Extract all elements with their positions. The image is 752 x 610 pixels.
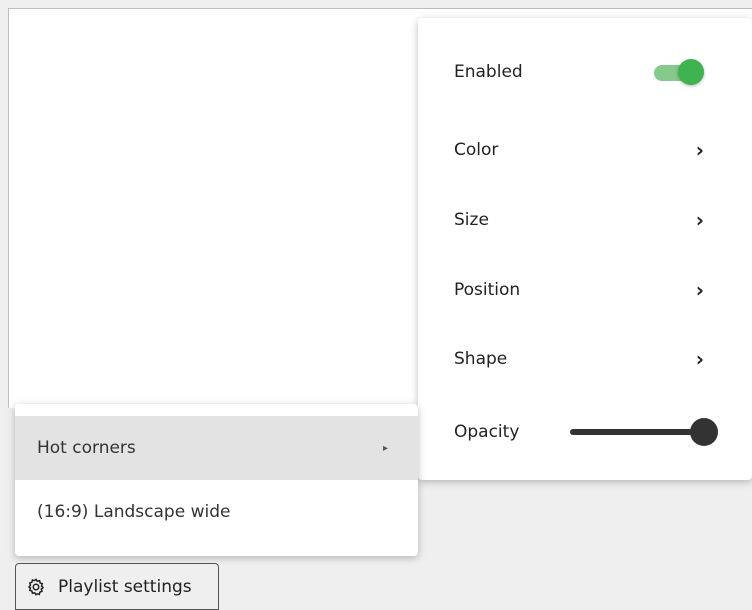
position-row[interactable]: Position ›	[454, 270, 704, 310]
hot-corners-submenu: Enabled Color › Size › Position › Shape …	[418, 18, 752, 480]
shape-label: Shape	[454, 349, 508, 369]
opacity-label: Opacity	[454, 422, 520, 442]
enabled-toggle[interactable]	[654, 59, 704, 85]
playlist-settings-menu: Hot corners ▸ (16:9) Landscape wide	[15, 404, 418, 556]
chevron-right-icon: ›	[695, 278, 704, 302]
menu-item-hot-corners[interactable]: Hot corners ▸	[15, 416, 418, 480]
opacity-row: Opacity	[454, 412, 718, 452]
menu-item-label: Hot corners	[37, 438, 136, 458]
menu-item-aspect-ratio[interactable]: (16:9) Landscape wide	[15, 480, 418, 544]
menu-item-label: (16:9) Landscape wide	[37, 502, 231, 522]
size-row[interactable]: Size ›	[454, 200, 704, 240]
enabled-label: Enabled	[454, 62, 523, 82]
caret-right-icon: ▸	[382, 442, 388, 454]
gear-icon	[27, 577, 45, 596]
chevron-right-icon: ›	[695, 347, 704, 371]
shape-row[interactable]: Shape ›	[454, 339, 704, 379]
playlist-settings-button[interactable]: Playlist settings	[15, 563, 219, 610]
color-row[interactable]: Color ›	[454, 130, 704, 170]
position-label: Position	[454, 280, 521, 300]
opacity-slider[interactable]	[570, 418, 718, 446]
chevron-right-icon: ›	[695, 138, 704, 162]
slider-thumb[interactable]	[690, 418, 718, 446]
toggle-knob	[678, 59, 704, 85]
slider-track	[570, 429, 704, 435]
playlist-settings-label: Playlist settings	[58, 576, 192, 597]
chevron-right-icon: ›	[695, 208, 704, 232]
size-label: Size	[454, 210, 489, 230]
enabled-row[interactable]: Enabled	[454, 52, 704, 92]
color-label: Color	[454, 140, 499, 160]
